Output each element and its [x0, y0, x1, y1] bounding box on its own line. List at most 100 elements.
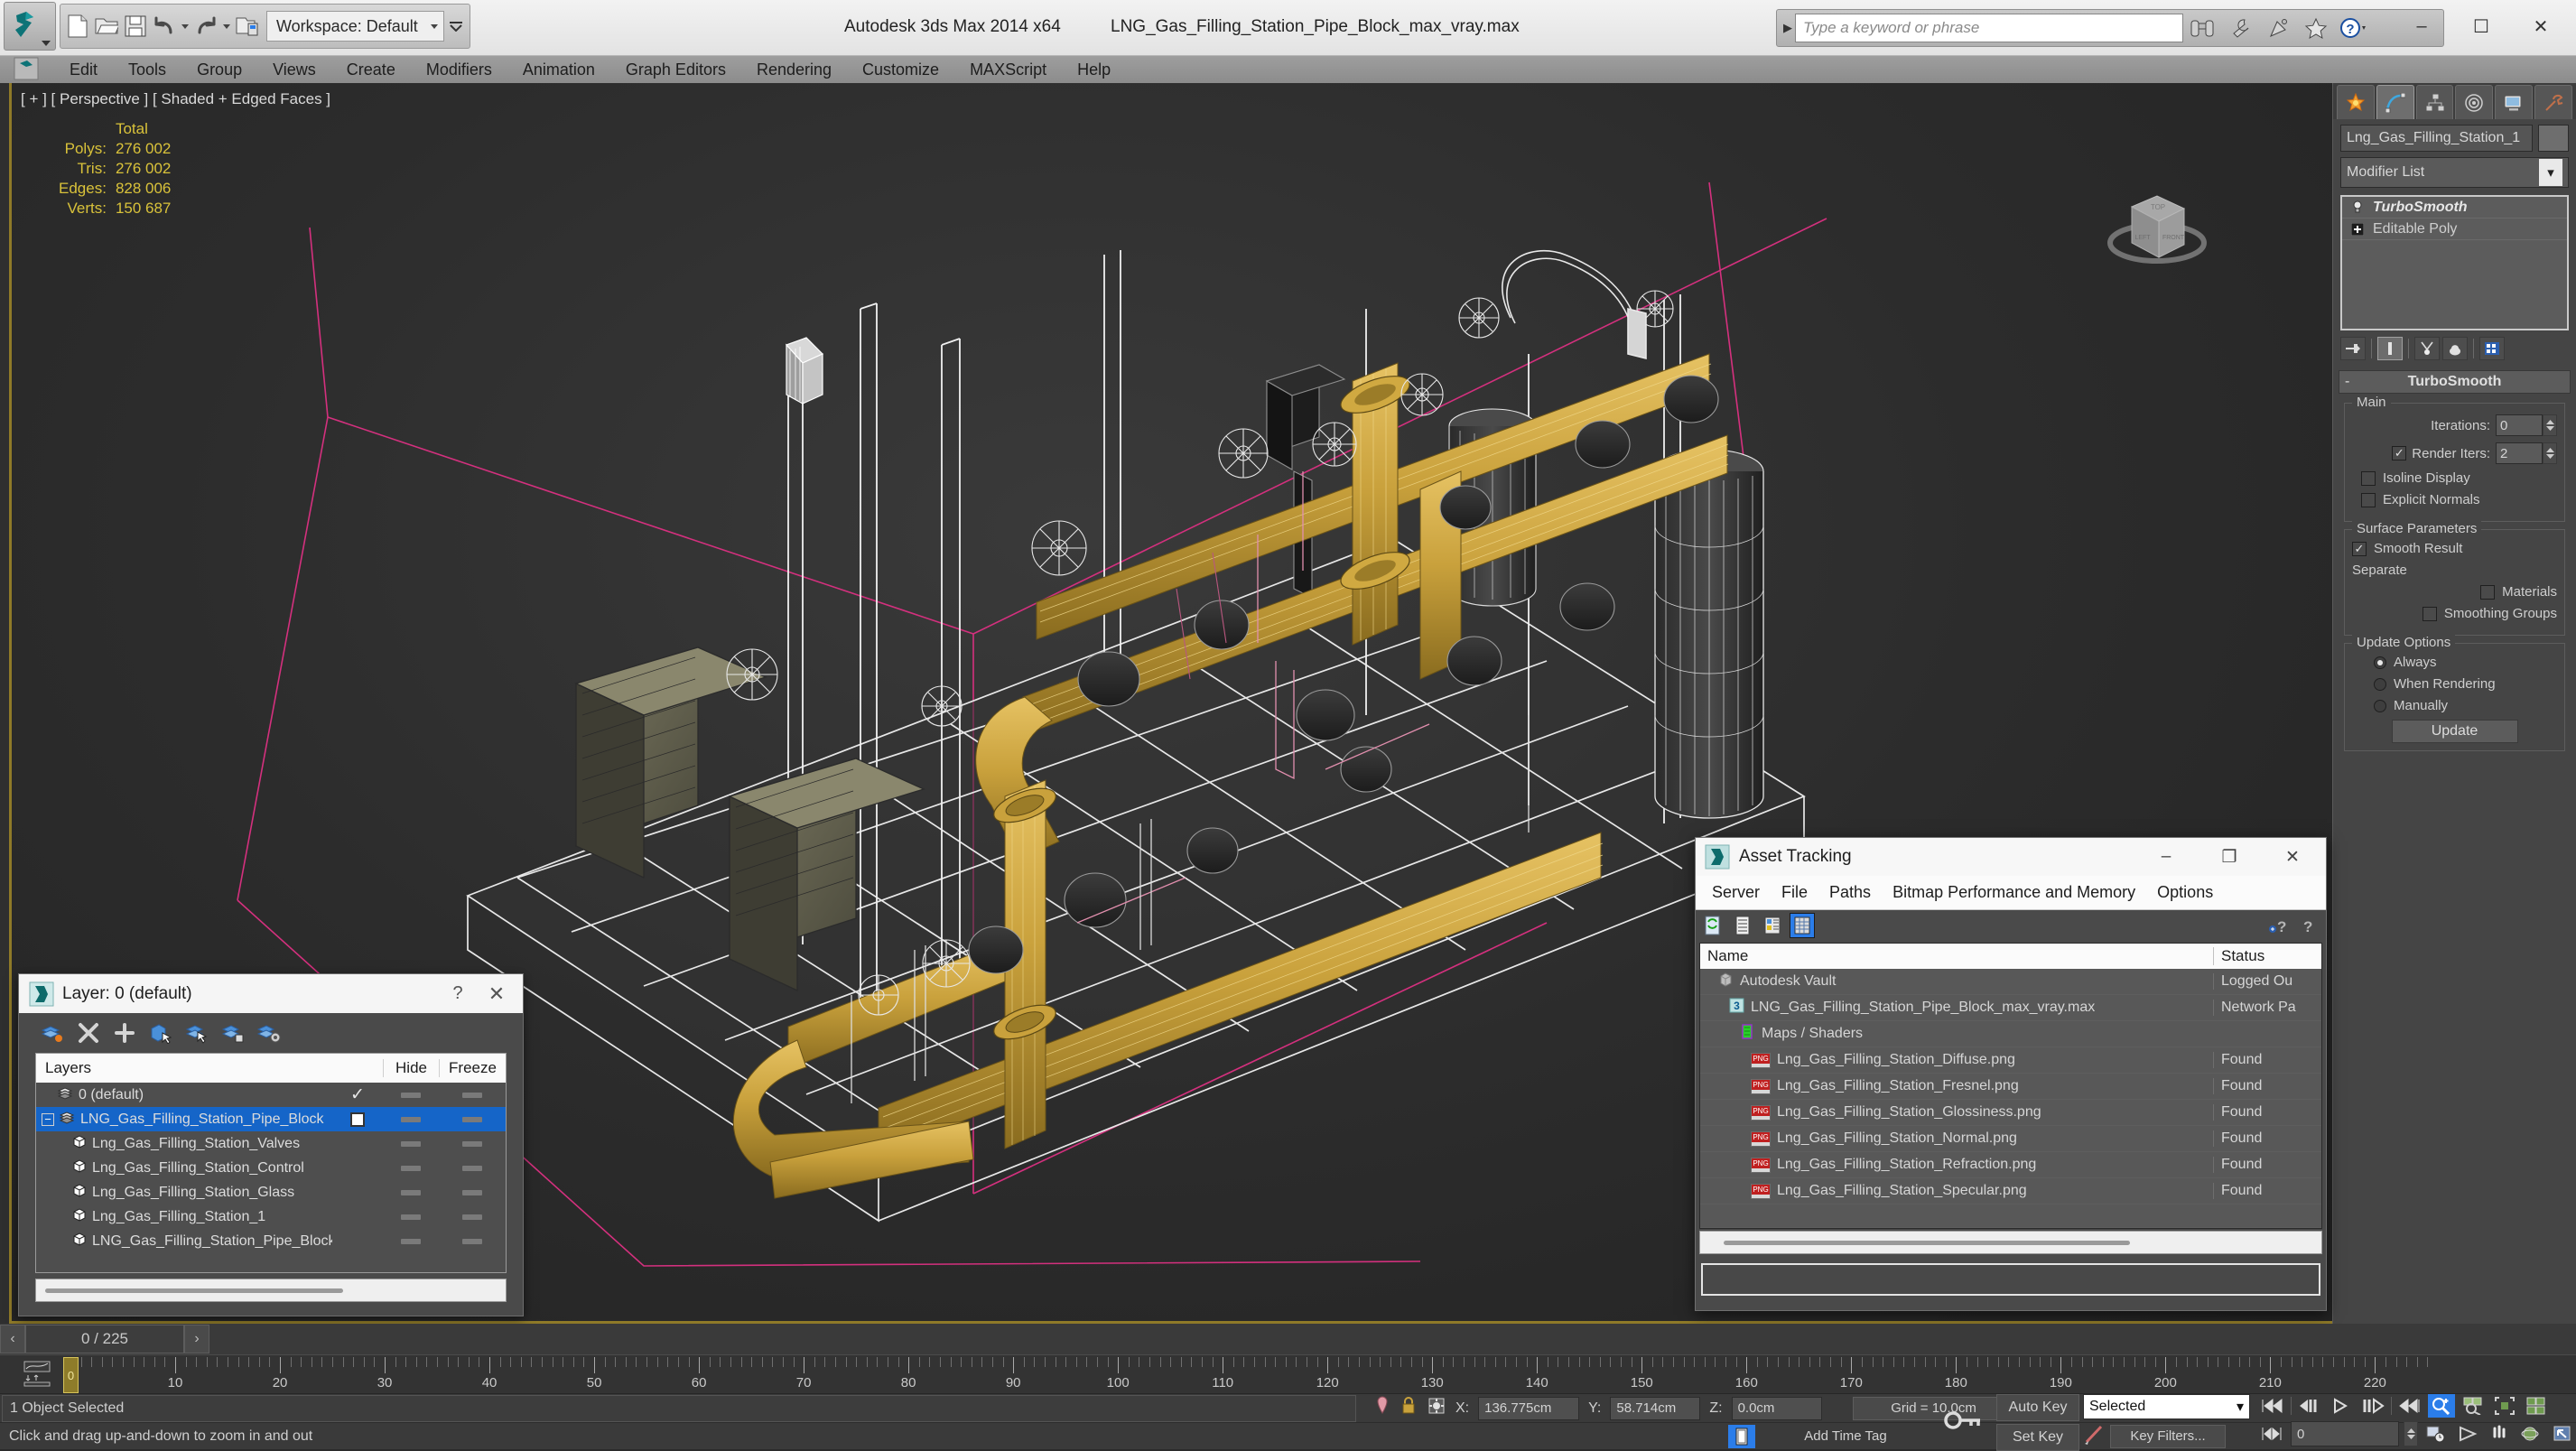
menu-item-paths[interactable]: Paths [1818, 883, 1882, 902]
hierarchy-tab[interactable] [2415, 85, 2454, 119]
asset-row[interactable]: Lng_Gas_Filling_Station_Specular.png Fou… [1700, 1178, 2321, 1205]
explicit-normals-checkbox[interactable] [2361, 492, 2376, 507]
chevron-down-icon[interactable]: ▾ [2539, 159, 2562, 186]
isoline-display-checkbox[interactable] [2361, 470, 2376, 486]
redo-dropdown-icon[interactable] [223, 23, 230, 29]
zoom-extents-all-icon[interactable] [2523, 1394, 2550, 1418]
layer-current-mark[interactable] [332, 1112, 383, 1127]
workspace-selector[interactable]: Workspace: Default [266, 11, 444, 42]
select-highlight-icon[interactable] [183, 1019, 210, 1046]
maximize-button[interactable]: ☐ [2451, 5, 2511, 47]
asset-row[interactable]: Lng_Gas_Filling_Station_Normal.png Found [1700, 1126, 2321, 1152]
update-when-rendering-row[interactable]: When Rendering [2352, 676, 2557, 692]
update-manually-row[interactable]: Manually [2352, 698, 2557, 713]
asset-row[interactable]: 3 LNG_Gas_Filling_Station_Pipe_Block_max… [1700, 995, 2321, 1021]
close-button[interactable]: ✕ [2511, 5, 2571, 47]
make-unique-icon[interactable] [2414, 337, 2440, 360]
time-ruler[interactable]: 10 20 30 40 50 60 70 80 90 100 110 120 130 140 150 160 1… [0, 1354, 2576, 1394]
layer-hide-toggle[interactable] [383, 1116, 439, 1122]
modifier-list-dropdown[interactable]: Modifier List ▾ [2340, 157, 2569, 188]
menu-item-edit[interactable]: Edit [54, 56, 113, 83]
asset-column-status[interactable]: Status [2213, 947, 2321, 965]
iterations-spinner-arrows[interactable] [2543, 414, 2557, 436]
isoline-display-row[interactable]: Isoline Display [2352, 470, 2557, 486]
set-key-slider-icon[interactable] [2083, 1422, 2106, 1450]
layer-row[interactable]: Lng_Gas_Filling_Station_Control [36, 1156, 506, 1180]
render-iters-spinner[interactable]: 2 [2496, 442, 2557, 464]
menu-item-customize[interactable]: Customize [847, 56, 954, 83]
view-cube[interactable]: TOP LEFT FRONT [2097, 178, 2219, 286]
asset-horizontal-scrollbar[interactable] [1699, 1231, 2322, 1254]
update-always-row[interactable]: Always [2352, 655, 2557, 670]
menu-item-tools[interactable]: Tools [113, 56, 181, 83]
layer-hide-toggle[interactable] [383, 1214, 439, 1220]
layer-table[interactable]: Layers Hide Freeze 0 (default) ✓ − LNG_G… [35, 1053, 507, 1273]
go-to-start-icon[interactable] [2259, 1394, 2286, 1418]
save-icon[interactable] [122, 13, 149, 40]
layer-hide-toggle[interactable] [383, 1165, 439, 1171]
layer-row[interactable]: Lng_Gas_Filling_Station_Valves [36, 1131, 506, 1156]
layer-freeze-toggle[interactable] [439, 1140, 506, 1147]
render-iters-value[interactable]: 2 [2496, 442, 2543, 464]
layer-dialog[interactable]: Layer: 0 (default) ? ✕ Layers Hide Freez… [18, 973, 524, 1316]
create-tab[interactable] [2337, 85, 2375, 119]
new-layer-icon[interactable] [39, 1019, 66, 1046]
materials-checkbox[interactable] [2480, 584, 2496, 600]
current-frame-field[interactable]: 0 / 225 [25, 1325, 184, 1353]
asset-row[interactable]: Autodesk Vault Logged Ou [1700, 969, 2321, 995]
smoothing-groups-row[interactable]: Smoothing Groups [2352, 606, 2557, 621]
layer-hide-toggle[interactable] [383, 1238, 439, 1244]
layer-freeze-toggle[interactable] [439, 1165, 506, 1171]
detail-view-icon[interactable] [1761, 914, 1784, 937]
layer-horizontal-scrollbar[interactable] [35, 1279, 507, 1302]
key-mode-toggle-icon[interactable] [1937, 1394, 1991, 1446]
remove-modifier-icon[interactable] [2442, 337, 2468, 360]
menu-item-views[interactable]: Views [257, 56, 331, 83]
minimize-button[interactable]: – [2134, 838, 2198, 876]
asset-row[interactable]: Lng_Gas_Filling_Station_Fresnel.png Foun… [1700, 1074, 2321, 1100]
field-of-view-icon[interactable] [2454, 1422, 2481, 1446]
menu-item-group[interactable]: Group [181, 56, 257, 83]
new-icon[interactable] [64, 13, 91, 40]
pan-icon[interactable] [2486, 1422, 2513, 1446]
time-configuration-icon[interactable] [2423, 1422, 2450, 1446]
redo-icon[interactable] [192, 13, 219, 40]
undo-icon[interactable] [151, 13, 178, 40]
layer-current-mark[interactable]: ✓ [332, 1084, 383, 1105]
search-input[interactable]: Type a keyword or phrase [1795, 14, 2183, 42]
open-mini-curve-editor-icon[interactable] [22, 1360, 52, 1387]
add-time-tag-icon[interactable] [1728, 1424, 1755, 1448]
go-to-end-icon[interactable] [2396, 1394, 2423, 1418]
select-objects-icon[interactable] [147, 1019, 174, 1046]
smooth-result-row[interactable]: ✓ Smooth Result [2352, 541, 2557, 556]
zoom-icon[interactable] [2428, 1394, 2455, 1418]
modifier-stack[interactable]: TurboSmooth Editable Poly [2340, 195, 2569, 330]
layer-hide-toggle[interactable] [383, 1189, 439, 1195]
smooth-result-checkbox[interactable]: ✓ [2352, 541, 2367, 556]
open-icon[interactable] [93, 13, 120, 40]
render-iters-spinner-arrows[interactable] [2543, 442, 2557, 464]
help-icon[interactable]: ? [440, 983, 476, 1004]
current-frame-spinner[interactable]: 0 [2291, 1421, 2399, 1446]
maximize-button[interactable]: ❐ [2198, 838, 2261, 876]
set-project-folder-icon[interactable] [234, 13, 261, 40]
asset-column-name[interactable]: Name [1700, 947, 2213, 965]
stack-item-editable-poly[interactable]: Editable Poly [2342, 219, 2567, 240]
coord-x-field[interactable]: 136.775cm [1478, 1396, 1580, 1420]
layer-row[interactable]: Lng_Gas_Filling_Station_1 [36, 1205, 506, 1229]
update-button[interactable]: Update [2391, 720, 2518, 743]
layer-freeze-toggle[interactable] [439, 1189, 506, 1195]
menu-item-server[interactable]: Server [1701, 883, 1771, 902]
auto-key-button[interactable]: Auto Key [1996, 1394, 2079, 1421]
layer-freeze-toggle[interactable] [439, 1092, 506, 1098]
zoom-all-icon[interactable] [2460, 1394, 2487, 1418]
maximize-viewport-icon[interactable] [2549, 1422, 2576, 1446]
previous-frame-icon[interactable] [2296, 1394, 2323, 1418]
isolate-selection-icon[interactable] [1427, 1395, 1446, 1421]
next-frame-icon[interactable] [2359, 1394, 2386, 1418]
lightbulb-icon[interactable] [2349, 200, 2366, 216]
asset-tracking-dialog[interactable]: Asset Tracking – ❐ ✕ Server File Paths B… [1695, 837, 2327, 1311]
iterations-value[interactable]: 0 [2496, 414, 2543, 436]
add-selection-icon[interactable] [219, 1019, 246, 1046]
close-icon[interactable]: ✕ [476, 982, 517, 1006]
